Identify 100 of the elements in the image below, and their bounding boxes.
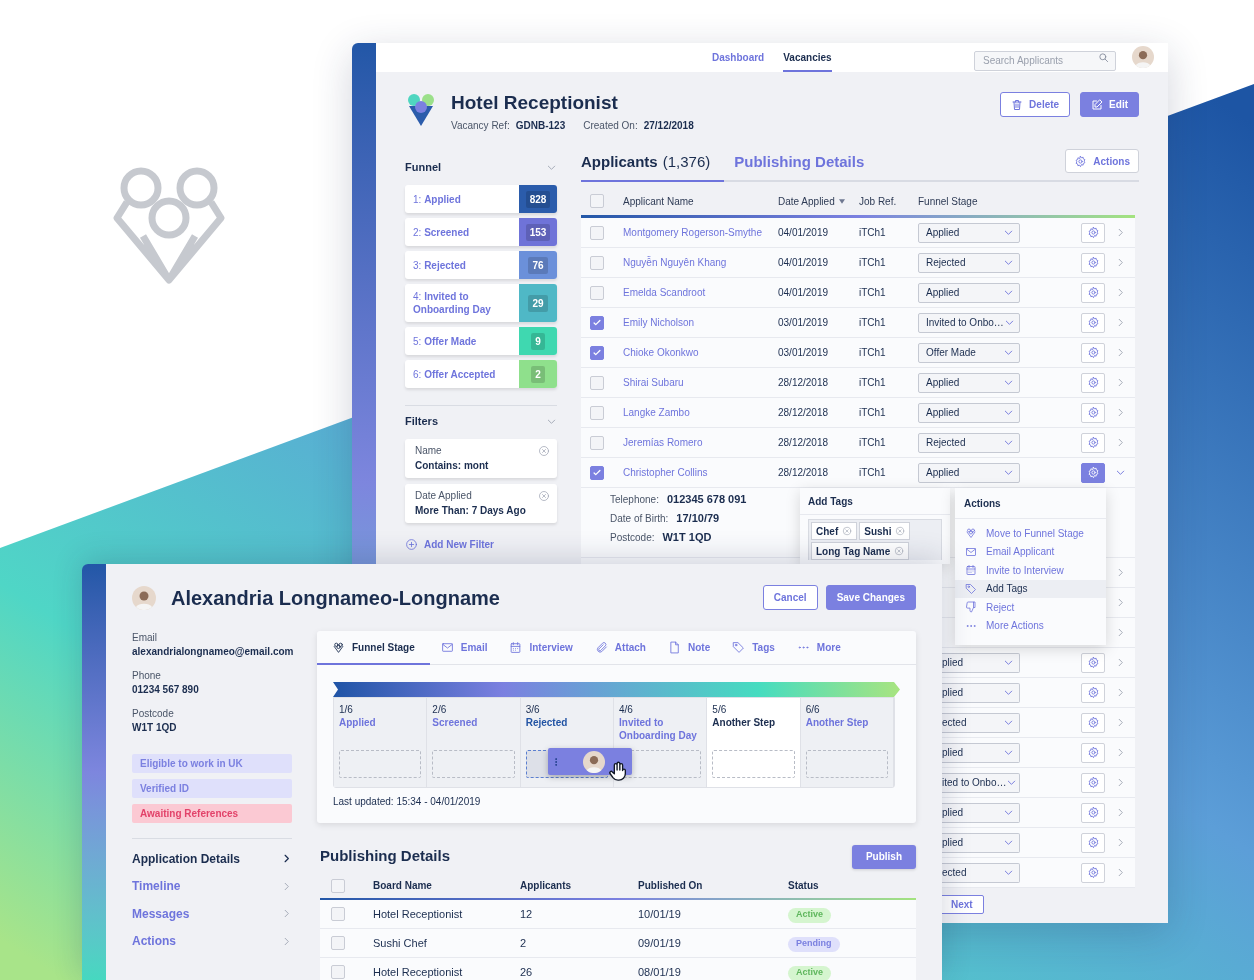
menu-item[interactable]: Move to Funnel Stage	[955, 524, 1106, 543]
funnel-stage-item[interactable]: 2: Screened 153	[405, 218, 557, 246]
checkbox[interactable]	[590, 194, 604, 208]
menu-item[interactable]: Add Tags	[955, 579, 1106, 598]
drop-zone[interactable]	[432, 750, 515, 778]
tab[interactable]: Note	[656, 631, 722, 665]
stage-dropdown[interactable]: Offer Made	[918, 342, 1020, 363]
tab[interactable]: Applicants (1,376)	[581, 145, 725, 182]
checkbox[interactable]	[590, 315, 604, 330]
close-icon[interactable]	[538, 445, 550, 457]
funnel-stage-item[interactable]: 1: Applied 828	[405, 185, 557, 213]
checkbox[interactable]	[590, 435, 604, 450]
applicant-name-link[interactable]: Langke Zambo	[623, 407, 690, 418]
menu-item[interactable]: Email Applicant	[955, 542, 1106, 561]
cancel-button[interactable]: Cancel	[762, 585, 818, 610]
stage-dropdown[interactable]: plied	[942, 682, 1020, 703]
edit-button[interactable]: Edit	[1080, 92, 1139, 117]
tab[interactable]: Interview	[498, 631, 584, 665]
checkmark-icon	[592, 317, 602, 328]
page-title: Hotel Receptionist	[451, 92, 619, 114]
tab[interactable]: Publishing Details	[734, 145, 865, 182]
tab[interactable]: Email	[429, 631, 499, 665]
close-icon[interactable]	[538, 490, 550, 502]
actions-button[interactable]: Actions	[1065, 149, 1139, 173]
applicant-name-link[interactable]: Montgomery Rogerson-Smythe	[623, 227, 762, 238]
stage-dropdown[interactable]: Applied	[918, 282, 1020, 303]
checkbox[interactable]	[331, 878, 345, 893]
stage-dropdown[interactable]: plied	[942, 742, 1020, 763]
save-button[interactable]: Save Changes	[825, 585, 916, 610]
table-cell: Hotel Receptionist	[373, 965, 463, 978]
stage-dropdown[interactable]: plied	[942, 802, 1020, 823]
menu-item[interactable]: More Actions	[955, 616, 1106, 635]
checkmark-icon	[592, 467, 602, 478]
checkmark-icon	[592, 347, 602, 358]
next-button[interactable]: Next	[940, 895, 984, 914]
checkbox[interactable]	[590, 285, 604, 300]
stage-dropdown[interactable]: Applied	[918, 372, 1020, 393]
drop-zone[interactable]	[339, 750, 422, 778]
applicant-name-link[interactable]: Nguyễn Nguyên Khang	[623, 257, 727, 268]
side-nav-item[interactable]: Application Details	[132, 845, 292, 873]
close-icon[interactable]	[842, 526, 853, 536]
stage-dropdown[interactable]: Applied	[918, 462, 1020, 483]
checkbox[interactable]	[590, 375, 604, 390]
dragged-applicant-card[interactable]	[547, 748, 632, 775]
stage-dropdown[interactable]: Rejected	[918, 252, 1020, 273]
funnel-stage-item[interactable]: 5: Offer Made 9	[405, 327, 557, 355]
stage-count: 76	[519, 251, 557, 279]
checkbox[interactable]	[331, 907, 345, 921]
stage-dropdown[interactable]: plied	[942, 832, 1020, 853]
funnel-stage-item[interactable]: 6: Offer Accepted 2	[405, 360, 557, 388]
tab[interactable]: Funnel Stage	[317, 631, 430, 665]
delete-button[interactable]: Delete	[1000, 92, 1071, 117]
side-nav-item[interactable]: Messages	[132, 900, 292, 928]
publish-button[interactable]: Publish	[851, 844, 916, 869]
stage-dropdown[interactable]: Applied	[918, 222, 1020, 243]
stage-dropdown[interactable]: ected	[942, 862, 1020, 883]
table-cell: Sushi Chef	[373, 936, 427, 949]
checkbox[interactable]	[590, 405, 604, 420]
sort-icon[interactable]	[838, 198, 845, 204]
funnel-stage-item[interactable]: 4: Invited to Onboarding Day 29	[405, 284, 557, 322]
side-nav-item[interactable]: Actions	[132, 927, 292, 955]
nav-link[interactable]: Vacancies	[783, 43, 832, 72]
applicant-name-link[interactable]: Shirai Subaru	[623, 377, 684, 388]
tab[interactable]: More	[785, 631, 852, 665]
settings-icon	[1086, 226, 1100, 239]
tab[interactable]: Attach	[583, 631, 657, 665]
side-nav-item[interactable]: Timeline	[132, 872, 292, 900]
checkbox[interactable]	[590, 255, 604, 270]
checkbox[interactable]	[590, 225, 604, 240]
tag-input-field[interactable]: Chef Sushi Long Tag Name	[808, 519, 942, 560]
applicant-name-link[interactable]: Emelda Scandroot	[623, 287, 706, 298]
stage-dropdown[interactable]: Invited to Onbo…	[918, 312, 1020, 333]
search-field[interactable]: Search Applicants	[974, 50, 1116, 71]
applicant-name-link[interactable]: Christopher Collins	[623, 467, 708, 478]
checkbox[interactable]	[331, 965, 345, 979]
applicant-name-link[interactable]: Chioke Okonkwo	[623, 347, 699, 358]
envelope-icon	[965, 545, 977, 558]
nav-link[interactable]: Dashboard	[712, 43, 765, 72]
column-header: Board Name	[373, 880, 432, 891]
drop-zone[interactable]	[712, 750, 795, 778]
menu-item[interactable]: Reject	[955, 598, 1106, 617]
applicant-name-link[interactable]: Jeremías Romero	[623, 437, 703, 448]
stage-count: 828	[519, 185, 557, 213]
tab[interactable]: Tags	[721, 631, 786, 665]
stage-dropdown[interactable]: ited to Onbo…	[942, 772, 1020, 793]
applicant-name-link[interactable]: Emily Nicholson	[623, 317, 695, 328]
funnel-stage-item[interactable]: 3: Rejected 76	[405, 251, 557, 279]
checkbox[interactable]	[331, 936, 345, 950]
checkbox[interactable]	[590, 465, 604, 480]
stage-dropdown[interactable]: Applied	[918, 402, 1020, 423]
stage-dropdown[interactable]: ected	[942, 712, 1020, 733]
close-icon[interactable]	[895, 526, 906, 536]
menu-item[interactable]: Invite to Interview	[955, 561, 1106, 580]
checkbox[interactable]	[590, 345, 604, 360]
stage-dropdown[interactable]: Rejected	[918, 432, 1020, 453]
stage-dropdown[interactable]: plied	[942, 652, 1020, 673]
add-filter-button[interactable]: Add New Filter	[405, 537, 494, 552]
settings-button[interactable]	[1081, 462, 1105, 483]
close-icon[interactable]	[894, 546, 905, 556]
drop-zone[interactable]	[805, 750, 888, 778]
